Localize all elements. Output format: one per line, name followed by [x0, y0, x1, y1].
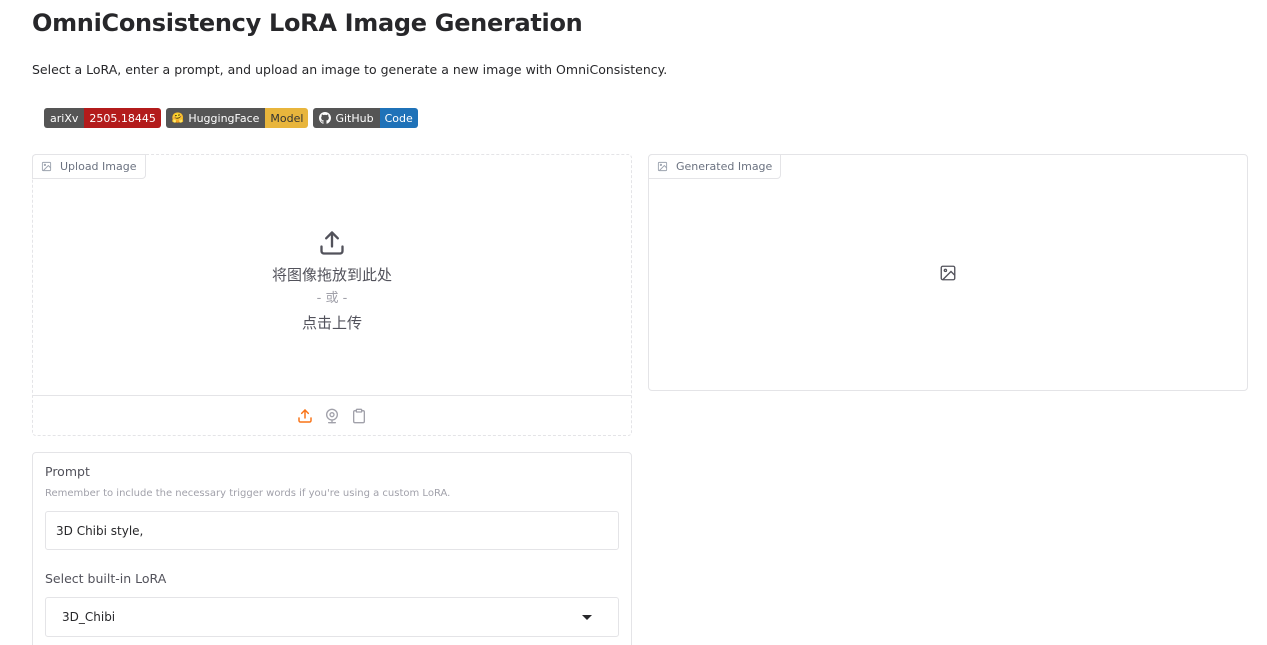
arxiv-badge-value: 2505.18445	[84, 108, 161, 128]
image-icon	[41, 161, 52, 172]
generated-image-label-text: Generated Image	[676, 160, 773, 173]
clipboard-source-button[interactable]	[351, 407, 368, 424]
image-placeholder-icon	[940, 265, 956, 281]
source-selector	[33, 395, 631, 435]
badge-row: ariXv 2505.18445 🤗 HuggingFace Model Git…	[44, 108, 418, 128]
upload-arrow-icon	[320, 231, 344, 255]
app-page: OmniConsistency LoRA Image Generation Se…	[0, 0, 1267, 645]
settings-form: Prompt Remember to include the necessary…	[32, 452, 632, 645]
generated-image-panel: Generated Image	[648, 154, 1248, 391]
or-separator: - 或 -	[316, 291, 348, 306]
drop-instruction: 将图像拖放到此处	[271, 266, 392, 284]
click-upload-text: 点击上传	[301, 314, 362, 332]
arxiv-badge-label: ariXv	[44, 108, 85, 128]
prompt-info: Remember to include the necessary trigge…	[45, 488, 451, 499]
github-icon	[319, 112, 332, 124]
prompt-label: Prompt	[45, 464, 90, 479]
huggingface-badge-label: HuggingFace	[188, 111, 260, 125]
clipboard-icon	[353, 408, 365, 423]
github-badge-value: Code	[379, 108, 418, 128]
webcam-source-button[interactable]	[324, 407, 341, 424]
huggingface-icon: 🤗	[171, 112, 185, 124]
dropdown-caret-icon	[582, 614, 592, 620]
page-description: Select a LoRA, enter a prompt, and uploa…	[32, 62, 668, 77]
page-title: OmniConsistency LoRA Image Generation	[32, 9, 583, 37]
huggingface-badge-value: Model	[265, 108, 309, 128]
github-badge-label: GitHub	[335, 111, 374, 125]
github-badge[interactable]: GitHub Code	[313, 108, 418, 128]
lora-dropdown-value: 3D_Chibi	[62, 610, 116, 624]
prompt-input[interactable]	[45, 511, 619, 550]
arxiv-badge[interactable]: ariXv 2505.18445	[44, 108, 161, 128]
generated-image-label: Generated Image	[648, 154, 782, 179]
huggingface-badge[interactable]: 🤗 HuggingFace Model	[165, 108, 309, 128]
upload-image-label: Upload Image	[32, 154, 146, 179]
upload-image-panel[interactable]: Upload Image 将图像拖放到此处 - 或 - 点击上传	[32, 154, 632, 436]
huggingface-badge-left: 🤗 HuggingFace	[165, 108, 266, 128]
lora-select-label: Select built-in LoRA	[45, 571, 167, 586]
upload-image-label-text: Upload Image	[60, 160, 137, 173]
upload-drop-zone[interactable]: 将图像拖放到此处 - 或 - 点击上传	[33, 215, 631, 335]
upload-source-button[interactable]	[297, 407, 314, 424]
upload-icon	[298, 408, 312, 423]
webcam-icon	[326, 408, 338, 423]
github-badge-left: GitHub	[313, 108, 380, 128]
image-icon	[657, 161, 668, 172]
lora-dropdown[interactable]: 3D_Chibi	[45, 597, 619, 637]
